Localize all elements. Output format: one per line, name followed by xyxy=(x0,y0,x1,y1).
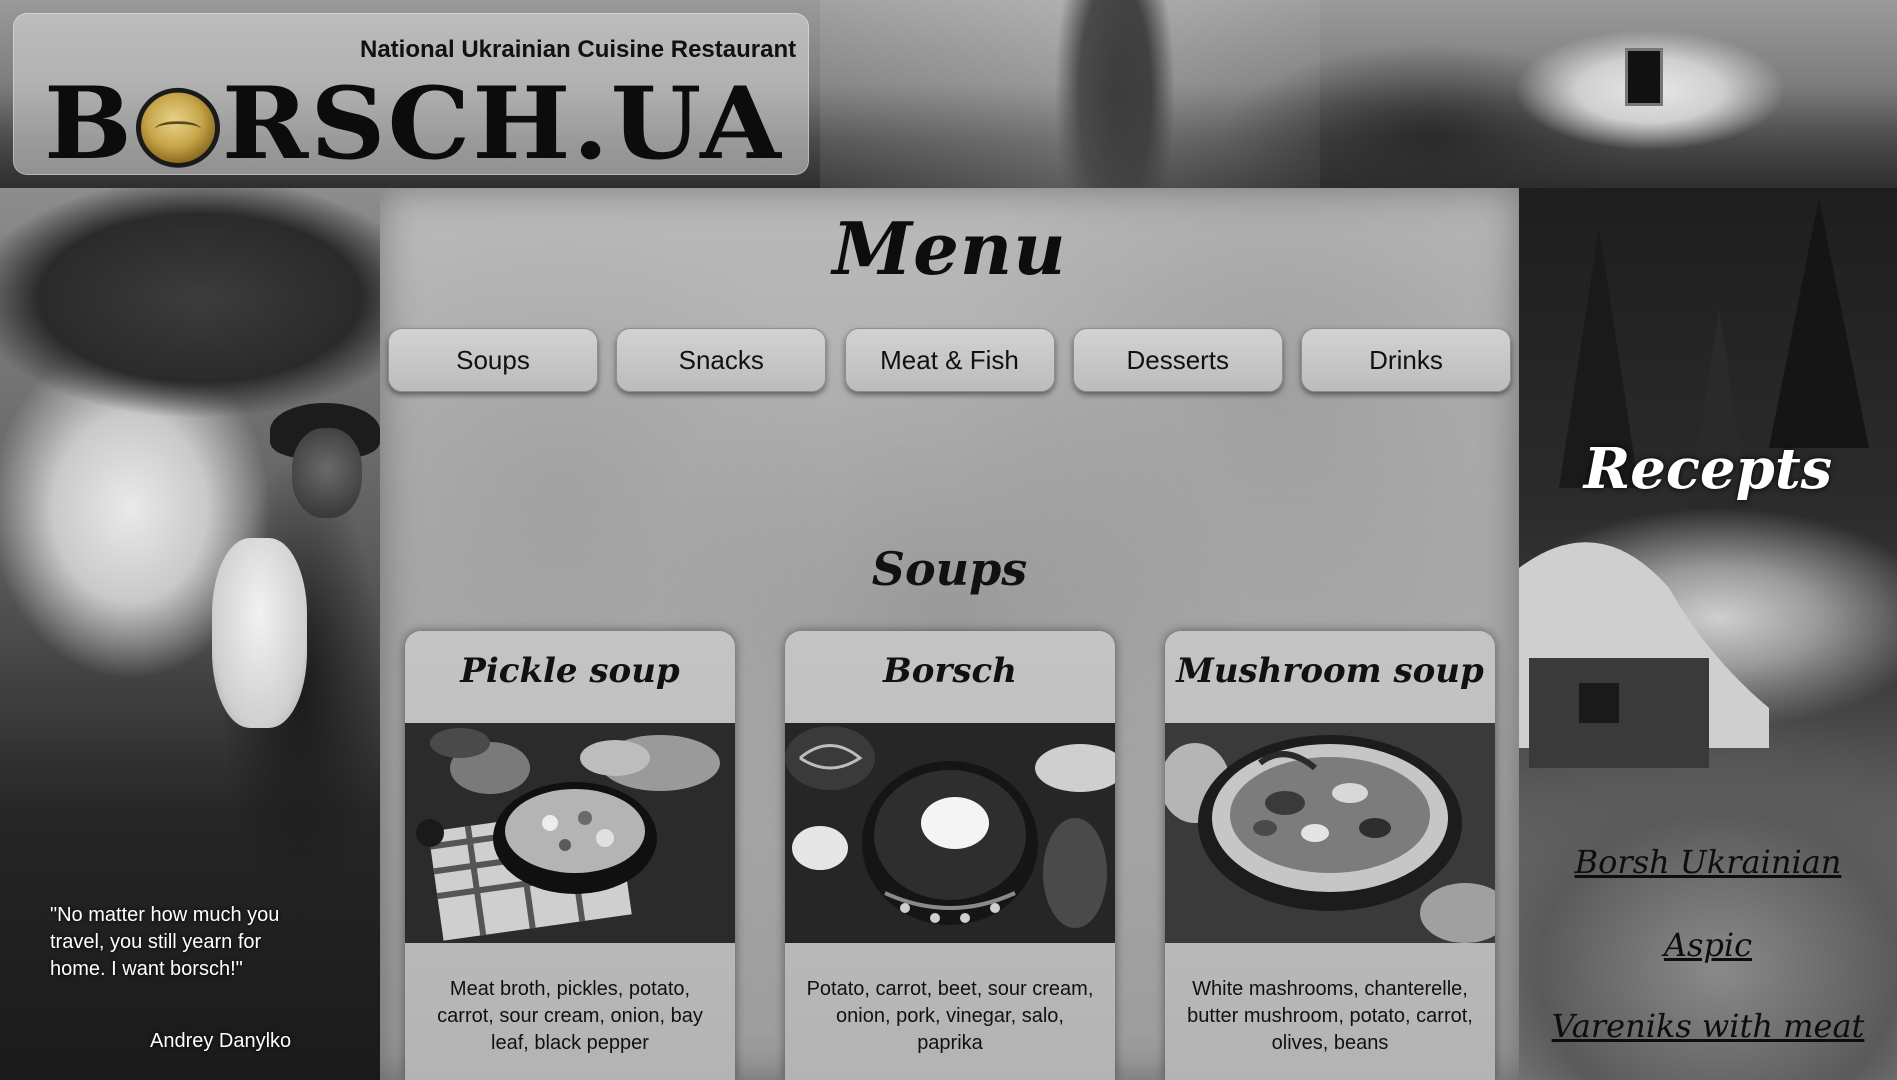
tab-soups[interactable]: Soups xyxy=(388,328,598,392)
tab-meat-fish[interactable]: Meat & Fish xyxy=(844,328,1055,392)
dish-photo xyxy=(1165,723,1495,943)
tab-drinks[interactable]: Drinks xyxy=(1301,328,1511,392)
pickle-soup-image xyxy=(405,723,735,943)
page-title: Menu xyxy=(832,206,1067,291)
dish-description: White mashrooms, chanterelle, butter mus… xyxy=(1187,978,1473,1054)
dish-photo xyxy=(785,723,1115,943)
header-banner: National Ukrainian Cuisine Restaurant B … xyxy=(0,0,1897,188)
dish-title: Mushroom soup xyxy=(1176,651,1484,691)
recepts-title: Recepts xyxy=(1583,436,1833,502)
mushroom-soup-image xyxy=(1165,723,1495,943)
left-side-panel: "No matter how much you travel, you stil… xyxy=(0,188,380,1080)
tab-desserts[interactable]: Desserts xyxy=(1072,328,1283,392)
dish-title: Borsch xyxy=(883,651,1017,691)
menu-tabs: Soups Snacks Meat & Fish Desserts Drinks xyxy=(388,328,1511,392)
dish-description: Potato, carrot, beet, sour cream, onion,… xyxy=(806,978,1094,1054)
logo-letter-b: B xyxy=(44,65,134,182)
restaurant-tagline: National Ukrainian Cuisine Restaurant xyxy=(360,36,797,63)
quote-text: "No matter how much you travel, you stil… xyxy=(50,904,280,980)
header-background-painting xyxy=(820,0,1320,188)
right-side-panel: Recepts Borsh Ukrainian Aspic Vareniks w… xyxy=(1519,188,1897,1080)
recipe-link-borsh-ukrainian[interactable]: Borsh Ukrainian xyxy=(1519,843,1897,881)
painting-figure-decoration xyxy=(292,428,362,518)
dish-photo xyxy=(405,723,735,943)
recipe-link-vareniks-with-meat[interactable]: Vareniks with meat xyxy=(1519,1007,1897,1045)
section-title: Soups xyxy=(871,542,1028,596)
dish-title: Pickle soup xyxy=(460,651,680,691)
dish-card-borsch[interactable]: Borsch Potato, carrot, beet, sour cream,… xyxy=(785,631,1115,1080)
logo[interactable]: National Ukrainian Cuisine Restaurant B … xyxy=(13,13,809,175)
dish-card-pickle-soup[interactable]: Pickle soup Meat broth, pickles, potato,… xyxy=(405,631,735,1080)
logo-wordmark: B RSCH.UA xyxy=(44,65,783,182)
borsch-image xyxy=(785,723,1115,943)
dish-cards: Pickle soup Meat broth, pickles, potato,… xyxy=(405,631,1495,1080)
tab-snacks[interactable]: Snacks xyxy=(616,328,827,392)
painting-sleeve-decoration xyxy=(212,538,307,728)
quote-author: Andrey Danylko xyxy=(150,1030,292,1052)
menu-content: Menu Soups Snacks Meat & Fish Desserts D… xyxy=(380,188,1519,1080)
dish-description: Meat broth, pickles, potato, carrot, sou… xyxy=(437,978,703,1054)
recipe-link-aspic[interactable]: Aspic xyxy=(1519,926,1897,964)
logo-letters-rest: RSCH.UA xyxy=(221,65,783,182)
borsch-seal-icon xyxy=(135,87,220,168)
hut-window-decoration xyxy=(1625,48,1663,106)
dish-card-mushroom-soup[interactable]: Mushroom soup White mashrooms, chanterel… xyxy=(1165,631,1495,1080)
